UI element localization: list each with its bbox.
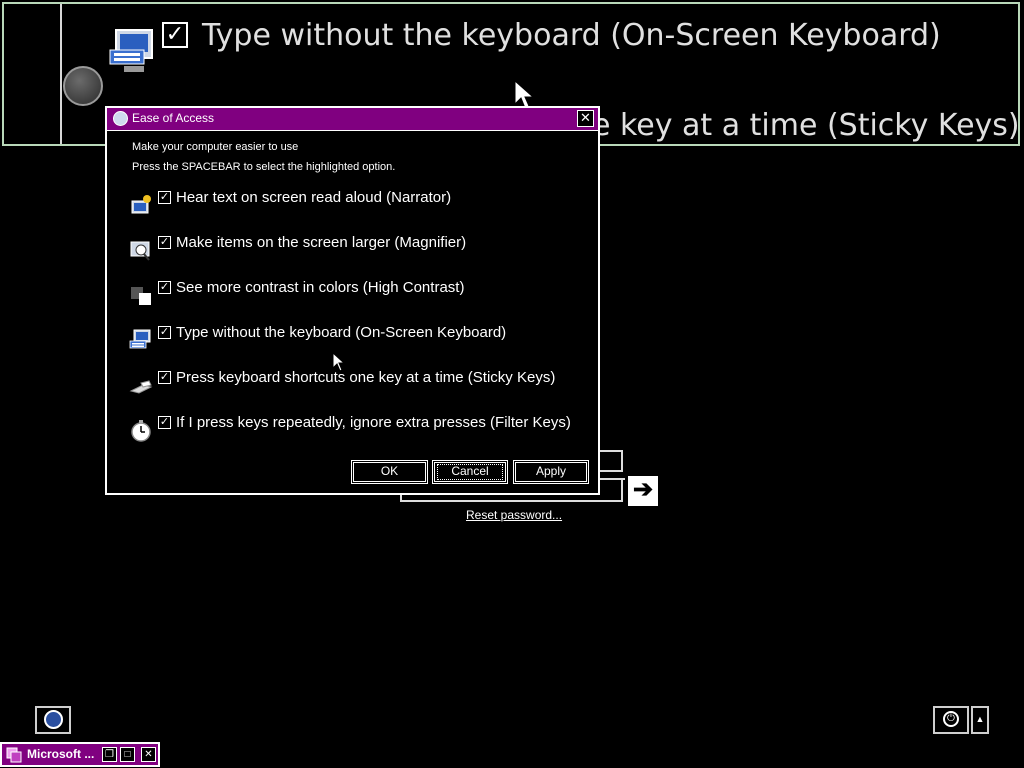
application-icon (6, 747, 22, 763)
option-label: Press keyboard shortcuts one key at a ti… (176, 369, 556, 386)
mouse-cursor-icon (332, 352, 346, 372)
ease-of-access-button[interactable] (35, 706, 71, 734)
magnifier-text-line-2: e key at a time (Sticky Keys) (592, 108, 1020, 143)
taskbar-window-item[interactable]: Microsoft ... ❐ □ ✕ (0, 742, 160, 767)
option-label: Make items on the screen larger (Magnifi… (176, 234, 467, 251)
option-label: Hear text on screen read aloud (Narrator… (176, 189, 452, 206)
option-filter-keys[interactable]: ✓ If I press keys repeatedly, ignore ext… (127, 414, 587, 446)
apply-button[interactable]: Apply (513, 460, 589, 484)
checkbox[interactable]: ✓ (158, 191, 171, 204)
checkbox[interactable]: ✓ (158, 371, 171, 384)
ok-button[interactable]: OK (351, 460, 428, 484)
checkbox[interactable]: ✓ (158, 281, 171, 294)
dialog-instruction: Press the SPACEBAR to select the highlig… (132, 161, 396, 173)
checkbox[interactable]: ✓ (158, 326, 171, 339)
checkbox[interactable]: ✓ (158, 236, 171, 249)
taskbar-window-title: Microsoft ... (27, 747, 95, 761)
checkbox[interactable]: ✓ (158, 416, 171, 429)
option-label: See more contrast in colors (High Contra… (176, 279, 465, 296)
power-button[interactable]: ⏻ (933, 706, 969, 734)
option-label: Type without the keyboard (On-Screen Key… (176, 324, 507, 341)
username-field[interactable] (598, 450, 623, 472)
option-magnifier[interactable]: ✓ Make items on the screen larger (Magni… (127, 234, 587, 266)
dialog-titlebar[interactable]: Ease of Access ✕ (107, 108, 598, 131)
filter-keys-icon (131, 420, 151, 442)
option-sticky-keys[interactable]: ✓ Press keyboard shortcuts one key at a … (127, 369, 587, 401)
sticky-keys-icon (129, 380, 153, 394)
ease-of-access-icon (113, 111, 128, 126)
ease-of-access-icon (44, 710, 63, 729)
cancel-button[interactable]: Cancel (432, 460, 508, 484)
magnifier-lens-icon[interactable] (63, 66, 103, 106)
dialog-heading: Make your computer easier to use (132, 141, 299, 153)
option-on-screen-keyboard[interactable]: ✓ Type without the keyboard (On-Screen K… (127, 324, 587, 356)
on-screen-keyboard-icon (129, 329, 151, 349)
magnifier-text-line-1: Type without the keyboard (On-Screen Key… (202, 18, 941, 53)
option-high-contrast[interactable]: ✓ See more contrast in colors (High Cont… (127, 279, 587, 311)
magnifier-checkbox: ✓ (162, 22, 188, 48)
reset-password-link[interactable]: Reset password... (466, 508, 562, 522)
magnifier-icon (130, 241, 150, 261)
ease-of-access-dialog: Ease of Access ✕ Make your computer easi… (105, 106, 600, 495)
power-options-button[interactable]: ▲ (971, 706, 989, 734)
dialog-title: Ease of Access (132, 111, 215, 125)
power-icon: ⏻ (943, 711, 959, 727)
close-button[interactable]: ✕ (141, 747, 156, 762)
option-label: If I press keys repeatedly, ignore extra… (176, 414, 571, 431)
high-contrast-icon (131, 287, 151, 305)
narrator-icon (131, 195, 151, 214)
on-screen-keyboard-icon (109, 29, 153, 72)
option-narrator[interactable]: ✓ Hear text on screen read aloud (Narrat… (127, 189, 587, 221)
focus-rectangle (437, 464, 503, 480)
magnifier-divider (60, 4, 62, 144)
submit-arrow-button[interactable]: ➔ (628, 476, 658, 506)
restore-button[interactable]: ❐ (102, 747, 117, 762)
dialog-close-button[interactable]: ✕ (577, 110, 594, 127)
maximize-button[interactable]: □ (120, 747, 135, 762)
